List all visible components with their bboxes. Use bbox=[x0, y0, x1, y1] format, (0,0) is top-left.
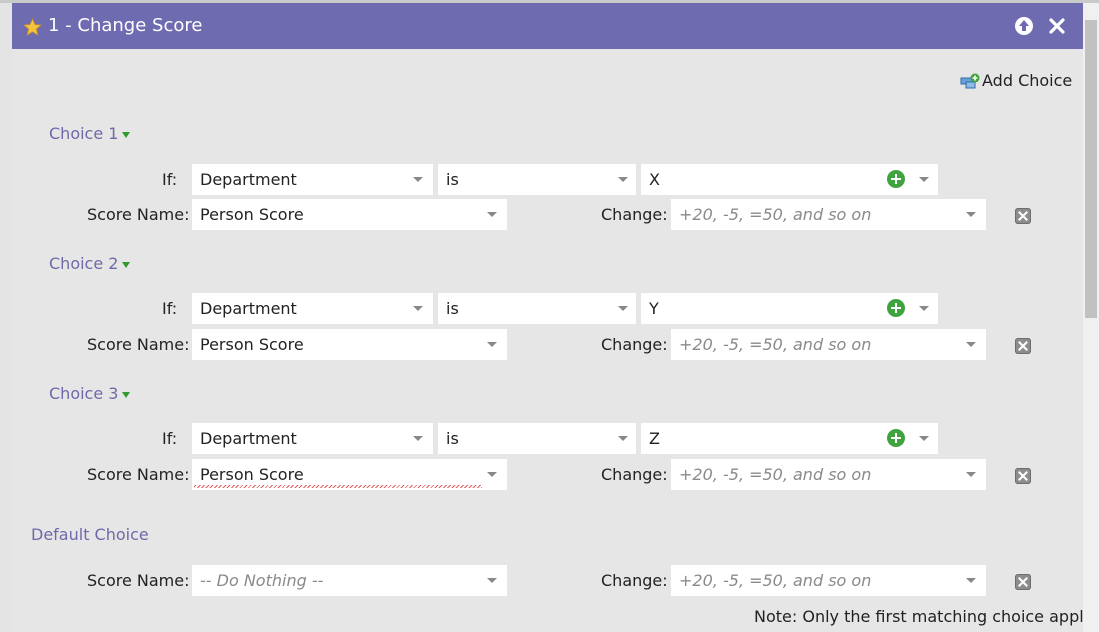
close-icon[interactable] bbox=[1047, 16, 1067, 36]
score-name-label: Score Name: bbox=[87, 205, 190, 224]
score-name-label: Score Name: bbox=[87, 335, 190, 354]
choice-1-heading[interactable]: Choice 1 bbox=[49, 124, 131, 144]
chevron-down-icon bbox=[413, 177, 423, 182]
change-label: Change: bbox=[601, 205, 668, 224]
add-choice-label: Add Choice bbox=[982, 71, 1073, 90]
if-label: If: bbox=[162, 170, 178, 189]
if-label: If: bbox=[162, 429, 178, 448]
choice-3-heading[interactable]: Choice 3 bbox=[49, 384, 131, 404]
step-title: 1 - Change Score bbox=[48, 15, 203, 36]
choice-3-title: Choice 3 bbox=[49, 384, 119, 403]
title-bar: 1 - Change Score bbox=[12, 3, 1083, 49]
chevron-down-icon bbox=[487, 472, 497, 477]
delete-choice-1-icon[interactable] bbox=[1015, 208, 1031, 224]
delete-choice-2-icon[interactable] bbox=[1015, 338, 1031, 354]
chevron-down-icon bbox=[919, 306, 929, 311]
choice-2-score-name-select[interactable]: Person Score bbox=[192, 329, 507, 360]
chevron-down-icon bbox=[966, 212, 976, 217]
chevron-down-icon bbox=[966, 342, 976, 347]
choice-3-change-input[interactable]: +20, -5, =50, and so on bbox=[671, 459, 986, 490]
if-label: If: bbox=[162, 299, 178, 318]
chevron-down-icon bbox=[618, 177, 628, 182]
chevron-down-icon bbox=[919, 177, 929, 182]
choice-2-operator-select[interactable]: is bbox=[438, 293, 636, 324]
chevron-down-icon bbox=[122, 261, 131, 268]
flow-step-panel: 1 - Change Score Add Choice Choice 1 If:… bbox=[12, 3, 1083, 632]
choice-3-operator-select[interactable]: is bbox=[438, 423, 636, 454]
spellcheck-underline bbox=[194, 485, 482, 488]
choice-2-field-select[interactable]: Department bbox=[192, 293, 433, 324]
choice-1-title: Choice 1 bbox=[49, 124, 119, 143]
add-value-icon[interactable] bbox=[887, 429, 905, 447]
matching-note: Note: Only the first matching choice app… bbox=[754, 607, 1083, 626]
chevron-down-icon bbox=[966, 578, 976, 583]
chevron-down-icon bbox=[919, 436, 929, 441]
chevron-down-icon bbox=[122, 131, 131, 138]
chevron-down-icon bbox=[413, 436, 423, 441]
choice-1-operator-select[interactable]: is bbox=[438, 164, 636, 195]
choice-3-field-select[interactable]: Department bbox=[192, 423, 433, 454]
add-choice-icon bbox=[960, 73, 980, 89]
chevron-down-icon bbox=[487, 578, 497, 583]
change-label: Change: bbox=[601, 571, 668, 590]
delete-choice-3-icon[interactable] bbox=[1015, 468, 1031, 484]
choice-2-change-input[interactable]: +20, -5, =50, and so on bbox=[671, 329, 986, 360]
choice-1-score-name-select[interactable]: Person Score bbox=[192, 199, 507, 230]
star-icon bbox=[23, 18, 42, 36]
score-name-label: Score Name: bbox=[87, 465, 190, 484]
choice-1-change-input[interactable]: +20, -5, =50, and so on bbox=[671, 199, 986, 230]
scrollbar-thumb[interactable] bbox=[1085, 20, 1097, 318]
choice-2-title: Choice 2 bbox=[49, 254, 119, 273]
change-label: Change: bbox=[601, 465, 668, 484]
choice-2-value-input[interactable]: Y bbox=[641, 293, 938, 324]
add-value-icon[interactable] bbox=[887, 299, 905, 317]
default-choice-heading: Default Choice bbox=[31, 525, 149, 544]
change-label: Change: bbox=[601, 335, 668, 354]
choice-3-value-input[interactable]: Z bbox=[641, 423, 938, 454]
choice-2-heading[interactable]: Choice 2 bbox=[49, 254, 131, 274]
chevron-down-icon bbox=[966, 472, 976, 477]
default-change-input[interactable]: +20, -5, =50, and so on bbox=[671, 565, 986, 596]
move-up-icon[interactable] bbox=[1014, 16, 1034, 36]
choice-1-field-select[interactable]: Department bbox=[192, 164, 433, 195]
score-name-label: Score Name: bbox=[87, 571, 190, 590]
delete-default-choice-icon[interactable] bbox=[1015, 574, 1031, 590]
chevron-down-icon bbox=[487, 212, 497, 217]
chevron-down-icon bbox=[413, 306, 423, 311]
default-score-name-select[interactable]: -- Do Nothing -- bbox=[192, 565, 507, 596]
choice-1-value-input[interactable]: X bbox=[641, 164, 938, 195]
chevron-down-icon bbox=[487, 342, 497, 347]
chevron-down-icon bbox=[122, 391, 131, 398]
add-value-icon[interactable] bbox=[887, 170, 905, 188]
chevron-down-icon bbox=[618, 306, 628, 311]
choice-3-score-name-select[interactable]: Person Score bbox=[192, 459, 507, 490]
chevron-down-icon bbox=[618, 436, 628, 441]
